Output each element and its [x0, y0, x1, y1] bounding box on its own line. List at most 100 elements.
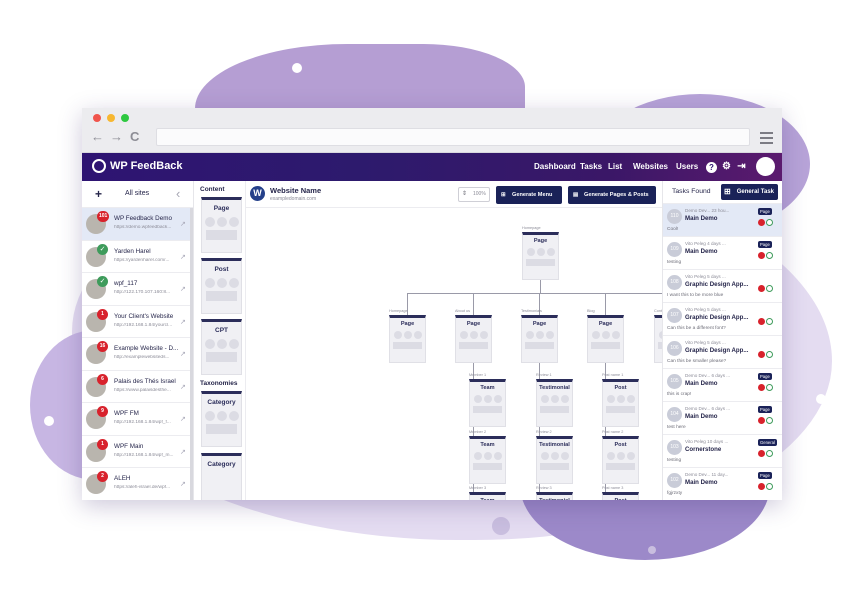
open-external-icon[interactable]: ↗	[180, 415, 186, 423]
priority-icon	[758, 483, 765, 490]
nav-list[interactable]: List	[608, 162, 622, 171]
promo-stage: ← → C WP FeedBack Dashboard Tasks List W…	[0, 0, 860, 603]
maximize-dot[interactable]	[121, 114, 129, 122]
open-external-icon[interactable]: ↗	[180, 383, 186, 391]
nav-tasks[interactable]: Tasks	[580, 162, 602, 171]
node-caption: Post name 2	[602, 430, 624, 434]
task-title: Cornerstone	[685, 446, 722, 453]
open-external-icon[interactable]: ↗	[180, 448, 186, 456]
sitemap-node[interactable]: Team	[469, 379, 506, 427]
sitemap-node[interactable]: Page	[389, 315, 426, 363]
status-icon[interactable]	[766, 351, 773, 358]
reload-icon[interactable]: C	[130, 130, 139, 144]
close-dot[interactable]	[93, 114, 101, 122]
zoom-control[interactable]: ⇕ 100%	[458, 187, 490, 202]
open-external-icon[interactable]: ↗	[180, 285, 186, 293]
task-item[interactable]: 102 Demo Dev... 11 day... Main Demo fgjrzxt…	[663, 468, 782, 500]
sitemap-node[interactable]: Post	[602, 436, 639, 484]
status-icon[interactable]	[766, 450, 773, 457]
sitemap-node[interactable]: Testimonial	[536, 379, 573, 427]
nav-dashboard[interactable]: Dashboard	[534, 162, 576, 171]
forward-arrow-icon[interactable]: →	[110, 130, 123, 144]
site-item[interactable]: 2 ALEH https://aleh-israel.de/wpf... ↗	[82, 468, 193, 500]
sitemap-node[interactable]: Team	[469, 492, 506, 500]
task-item[interactable]: 106 Vito Peleg 5 days ... Graphic Design A…	[663, 336, 782, 369]
open-external-icon[interactable]: ↗	[180, 350, 186, 358]
nav-websites[interactable]: Websites	[633, 162, 668, 171]
task-item[interactable]: 104 Demo Dev... 6 days ... Main Demo test h…	[663, 402, 782, 435]
sitemap-node[interactable]: Page	[654, 315, 662, 363]
site-url: http://examplewebsiteds...	[114, 355, 170, 360]
palette-card-category[interactable]: Category	[201, 391, 242, 447]
open-external-icon[interactable]: ↗	[180, 480, 186, 488]
address-bar[interactable]	[156, 128, 750, 146]
palette-card-category[interactable]: Category	[201, 453, 242, 500]
status-icon[interactable]	[766, 285, 773, 292]
logout-icon[interactable]: ⇥	[736, 162, 747, 173]
generate-pages-button[interactable]: ▤ Generate Pages & Posts	[568, 186, 656, 204]
site-item[interactable]: ✓ Yarden Harel https://yardenharel.com/...…	[82, 241, 193, 273]
sitemap-canvas[interactable]: Homepage Page Homepage Page About us Page Test…	[246, 208, 662, 500]
generate-menu-button[interactable]: ⊞ Generate Menu	[496, 186, 562, 204]
site-item[interactable]: 1 Your Client's Website http://192.168.1.8…	[82, 306, 193, 338]
site-item[interactable]: 9 WPF FM http://192.168.1.84/wpf_f... ↗	[82, 403, 193, 436]
task-item[interactable]: 110 Demo Dev... 23 hou... Main Demo Cool! Pa…	[663, 204, 782, 237]
site-item[interactable]: ✓ wpf_117 http://122.170.107.160:8... ↗	[82, 273, 193, 306]
task-item[interactable]: 105 Demo Dev... 6 days ... Main Demo this i…	[663, 369, 782, 402]
sitemap-node[interactable]: Page	[522, 232, 559, 280]
task-type-tag: Page	[758, 208, 772, 215]
user-avatar[interactable]	[756, 157, 775, 176]
brand-logo[interactable]: WP FeedBack	[92, 159, 183, 173]
status-icon[interactable]	[766, 417, 773, 424]
site-item[interactable]: 101 WP Feedback Demo https://demo.wpfeedba…	[82, 208, 193, 241]
status-icon[interactable]	[766, 483, 773, 490]
site-item[interactable]: 16 Example Website - D... http://examplewe…	[82, 338, 193, 371]
sitemap-node[interactable]: Testimonial	[536, 436, 573, 484]
card-label: CPT	[215, 327, 228, 334]
task-item[interactable]: 109 Vito Peleg 4 days ... Main Demo testing…	[663, 237, 782, 270]
node-caption: Member 3	[469, 486, 487, 490]
task-meta: Vito Peleg 10 days ...	[685, 439, 729, 444]
open-external-icon[interactable]: ↗	[180, 220, 186, 228]
status-icon[interactable]	[766, 219, 773, 226]
sitemap-node[interactable]: Post	[602, 379, 639, 427]
sitemap-node[interactable]: Page	[521, 315, 558, 363]
document-icon: ▤	[573, 192, 579, 198]
status-icon[interactable]	[766, 252, 773, 259]
brand-name: WP FeedBack	[110, 160, 183, 172]
status-icon[interactable]	[766, 318, 773, 325]
node-caption: Review 3	[536, 486, 552, 490]
site-item[interactable]: 1 WPF Main http://192.168.1.84/wpf_m... ↗	[82, 436, 193, 468]
sitemap-node[interactable]: Post	[602, 492, 639, 500]
gear-icon[interactable]: ⚙	[721, 162, 732, 173]
general-task-button[interactable]: ⊞ General Task	[721, 184, 778, 200]
task-item[interactable]: 108 Vito Peleg 5 days ... Graphic Design A…	[663, 270, 782, 303]
add-site-button[interactable]: +	[95, 187, 102, 201]
node-label: Page	[598, 321, 613, 327]
task-message: Cool!	[667, 227, 679, 232]
sidebar-scrollbar[interactable]	[190, 208, 193, 500]
sitemap-node[interactable]: Page	[587, 315, 624, 363]
tasks-title: Tasks Found	[672, 188, 711, 195]
nav-users[interactable]: Users	[676, 162, 698, 171]
hamburger-menu-icon[interactable]	[760, 132, 773, 147]
task-message: testing	[667, 458, 682, 463]
open-external-icon[interactable]: ↗	[180, 253, 186, 261]
palette-card-page[interactable]: Page	[201, 197, 242, 253]
palette-card-cpt[interactable]: CPT	[201, 319, 242, 375]
sitemap-node[interactable]: Testimonial	[536, 492, 573, 500]
status-icon[interactable]	[766, 384, 773, 391]
minimize-dot[interactable]	[107, 114, 115, 122]
bg-dot	[292, 63, 302, 73]
collapse-sidebar-icon[interactable]: ‹	[176, 186, 180, 201]
help-icon[interactable]: ?	[706, 162, 717, 173]
back-arrow-icon[interactable]: ←	[91, 130, 104, 144]
task-item[interactable]: 103 Vito Peleg 10 days ... Cornerstone test…	[663, 435, 782, 468]
task-item[interactable]: 107 Vito Peleg 5 days ... Graphic Design A…	[663, 303, 782, 336]
site-item[interactable]: 6 Palais des Thés Israel https://www.palai…	[82, 371, 193, 403]
palette-card-post[interactable]: Post	[201, 258, 242, 314]
sitemap-node[interactable]: Team	[469, 436, 506, 484]
open-external-icon[interactable]: ↗	[180, 318, 186, 326]
sitemap-node[interactable]: Page	[455, 315, 492, 363]
task-title: Graphic Design App...	[685, 347, 749, 354]
